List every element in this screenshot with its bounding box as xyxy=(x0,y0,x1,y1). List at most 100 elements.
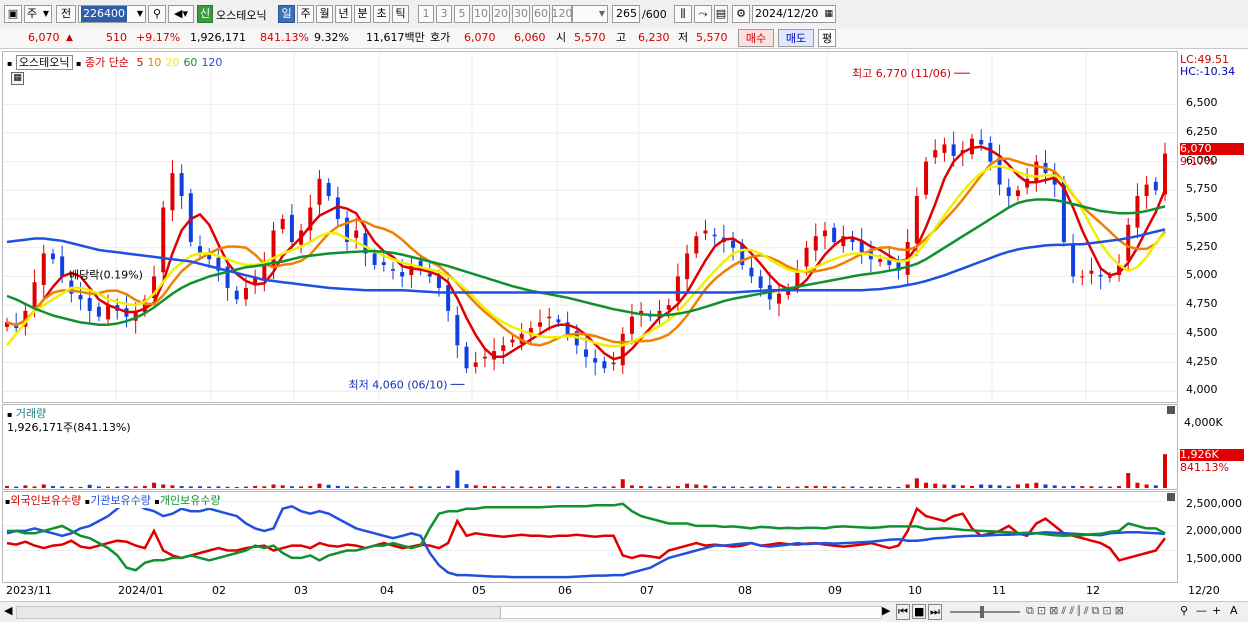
price-tick: 4,500 xyxy=(1186,325,1218,339)
stock-code-input[interactable]: 226400 ▼ xyxy=(78,5,146,23)
volume-chart xyxy=(5,454,1167,488)
holdings-legend: ▪외국인보유수량 ▪기관보유수량 ▪개인보유수량 xyxy=(5,492,221,508)
x-label: 04 xyxy=(380,584,394,597)
volume-bar xyxy=(299,486,304,488)
volume-bar xyxy=(41,484,46,488)
open-label: 시 xyxy=(556,31,567,44)
volume-bar xyxy=(161,484,166,488)
plus-icon[interactable]: + xyxy=(1212,604,1221,617)
volume-bar xyxy=(602,486,607,488)
minus-icon[interactable]: — xyxy=(1196,604,1207,617)
sell-button[interactable]: 매도 xyxy=(778,29,814,47)
candle-body xyxy=(942,144,947,153)
price-chart-panel: 최고 6,770 (11/06) 최저 4,060 (06/10) 배당락(0.19… xyxy=(2,51,1178,403)
panel-close-icon[interactable] xyxy=(1167,493,1175,501)
interval-button-0[interactable]: 1 xyxy=(418,5,434,23)
candle-body xyxy=(1163,153,1167,195)
count-input[interactable]: 265 xyxy=(612,5,640,23)
volume-bar xyxy=(198,486,202,488)
date-input[interactable]: 2024/12/20 ▦ xyxy=(752,5,836,23)
bottom-toolbar: ◀ ▶ ⏮ ■ ⏭ ⧉⊡⊠⫽⫽⫿⫽⧉⊡⊠ ⚲ — + A xyxy=(0,601,1248,622)
volume-bar xyxy=(501,486,506,488)
chart-select[interactable]: ▼ xyxy=(572,5,608,23)
chevron-down-icon: ▼ xyxy=(42,9,49,18)
volume-bar xyxy=(308,486,313,488)
gear-icon[interactable]: ⚙ xyxy=(732,5,750,23)
volume-bar xyxy=(289,486,294,488)
price-tick: 6,250 xyxy=(1186,124,1218,138)
candle-icon[interactable]: ⫼ xyxy=(674,5,692,23)
x-label: 07 xyxy=(640,584,654,597)
interval-button-2[interactable]: 5 xyxy=(454,5,470,23)
stock-name: 오스테오닉 xyxy=(216,9,267,22)
horizontal-scrollbar[interactable] xyxy=(16,606,882,619)
price-tick: 4,750 xyxy=(1186,297,1218,311)
window-menu-icon[interactable]: ▣ xyxy=(4,5,22,23)
volume-bar xyxy=(556,486,561,488)
zoom-icon[interactable]: ⚲ xyxy=(1180,604,1188,617)
candle-body xyxy=(951,144,956,156)
price-tick: 4,000 xyxy=(1186,383,1218,397)
volume-tick: 4,000K xyxy=(1184,416,1223,429)
avg-button[interactable]: 평 xyxy=(818,29,836,47)
candle-body xyxy=(822,230,827,237)
zoom-slider-handle[interactable] xyxy=(980,606,984,618)
save-icon[interactable]: ▤ xyxy=(714,5,728,23)
volume-bar xyxy=(666,486,671,488)
interval-button-6[interactable]: 60 xyxy=(532,5,550,23)
volume-bar xyxy=(262,486,267,488)
candle-body xyxy=(326,182,331,197)
period-button-5[interactable]: 초 xyxy=(373,5,390,23)
drawing-tools-icons[interactable]: ⧉⊡⊠⫽⫽⫿⫽⧉⊡⊠ xyxy=(1026,604,1127,618)
volume-bar xyxy=(188,486,193,488)
volume-bar xyxy=(868,486,873,488)
volume-current-pct: 841.13% xyxy=(1180,461,1229,474)
font-size-icon[interactable]: A xyxy=(1230,604,1238,617)
interval-button-3[interactable]: 10 xyxy=(472,5,490,23)
volume-bar xyxy=(547,486,552,488)
volume-bar xyxy=(225,486,230,488)
candle-body xyxy=(731,240,736,248)
annotation-dividend: 배당락(0.19%) xyxy=(69,269,143,282)
stop-icon[interactable]: ■ xyxy=(912,604,927,619)
interval-button-4[interactable]: 20 xyxy=(492,5,510,23)
scroll-left-icon[interactable]: ◀ xyxy=(4,604,12,617)
volume-bar xyxy=(280,485,285,488)
last-icon[interactable]: ⏭ xyxy=(928,604,942,620)
candle-body xyxy=(427,273,432,277)
prev-button[interactable]: 전 xyxy=(56,5,76,23)
volume-bar xyxy=(942,484,947,488)
period-button-1[interactable]: 주 xyxy=(297,5,314,23)
buy-button[interactable]: 매수 xyxy=(738,29,774,47)
panel-close-icon[interactable] xyxy=(1167,406,1175,414)
table-toggle-icon[interactable]: ▦ xyxy=(11,72,24,85)
x-label: 12 xyxy=(1086,584,1100,597)
period-button-3[interactable]: 년 xyxy=(335,5,352,23)
zoom-slider[interactable] xyxy=(950,606,1020,618)
candle-body xyxy=(354,230,359,238)
period-type-select[interactable]: 주 ▼ xyxy=(24,5,52,23)
period-button-2[interactable]: 월 xyxy=(316,5,333,23)
chart-type-icon[interactable]: ⤳ xyxy=(694,5,712,23)
scrollbar-thumb[interactable] xyxy=(500,607,881,618)
period-button-0[interactable]: 일 xyxy=(278,5,295,23)
interval-button-5[interactable]: 30 xyxy=(512,5,530,23)
interval-button-1[interactable]: 3 xyxy=(436,5,452,23)
volume-bar xyxy=(694,484,699,488)
high-label: 고 xyxy=(616,31,627,44)
volume-bar xyxy=(721,486,726,488)
volume-bar xyxy=(1015,484,1020,488)
candle-body xyxy=(712,234,717,237)
volume-bar xyxy=(1052,485,1057,488)
period-button-4[interactable]: 분 xyxy=(354,5,371,23)
interval-button-7[interactable]: 120 xyxy=(552,5,573,23)
scroll-right-icon[interactable]: ▶ xyxy=(882,604,890,617)
period-button-6[interactable]: 틱 xyxy=(392,5,409,23)
speaker-icon[interactable]: ◀▾ xyxy=(168,5,194,23)
x-label: 11 xyxy=(992,584,1006,597)
first-icon[interactable]: ⏮ xyxy=(896,604,910,620)
search-icon[interactable]: ⚲ xyxy=(148,5,166,23)
price-tick: 6,500 xyxy=(1186,96,1218,110)
volume-bar xyxy=(914,478,919,488)
x-label: 10 xyxy=(908,584,922,597)
